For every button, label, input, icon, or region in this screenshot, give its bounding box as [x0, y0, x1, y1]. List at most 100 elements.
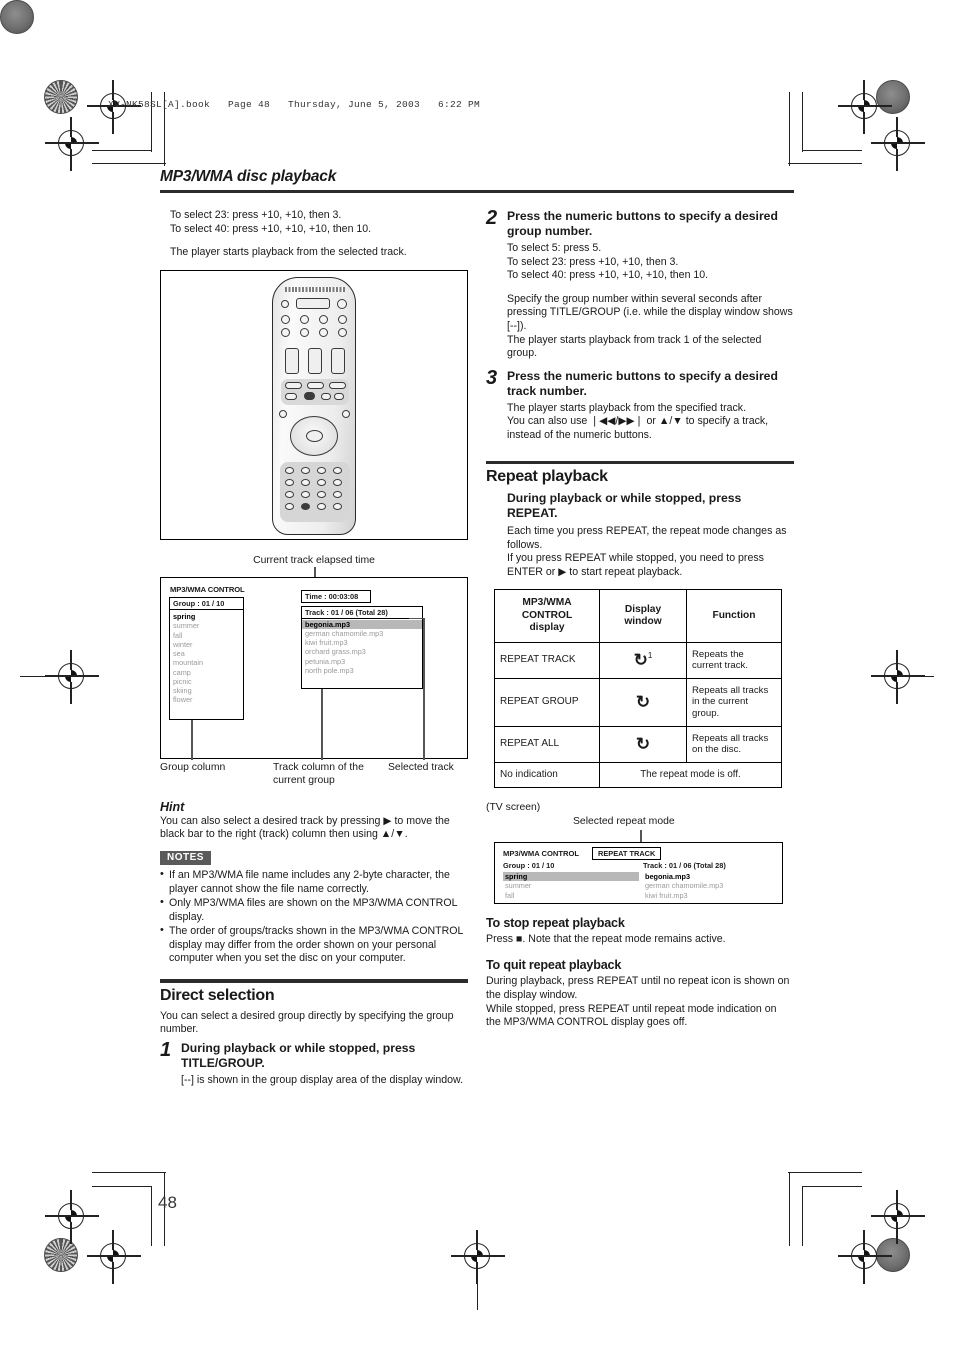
direct-selection-section: Direct selection You can select a desire… — [160, 979, 468, 1087]
remote-standby-button — [281, 299, 289, 308]
tv-group-item: summer — [505, 881, 532, 891]
tv-track-item-selected: begonia.mp3 — [645, 871, 691, 881]
manual-page: MP3/WMA disc playback To select 23: pres… — [0, 0, 954, 1351]
track-column-box: Track : 01 / 06 (Total 28) begonia.mp3 g… — [301, 605, 423, 689]
note-item: If an MP3/WMA file name includes any 2-b… — [160, 868, 468, 896]
tv-track-header: Track : 01 / 06 (Total 28) — [643, 860, 726, 870]
tv-track-list: begonia.mp3 german chamomile.mp3 kiwi fr… — [643, 872, 779, 900]
remote-source-button — [338, 314, 347, 324]
remote-number-8 — [333, 478, 342, 486]
repeat-playback-section: Repeat playback During playback or while… — [486, 460, 794, 1030]
group-item: mountain — [173, 658, 204, 668]
diagram-top-callout: Current track elapsed time — [253, 554, 375, 566]
repeat-loop-icon: ↻ — [633, 650, 648, 670]
leader-line — [314, 566, 316, 577]
repeat-mode-name: REPEAT ALL — [494, 725, 600, 763]
group-item: camp — [173, 667, 191, 677]
repeat-loop-icon: ↻ — [635, 734, 651, 754]
intro-line-2: To select 40: press +10, +10, +10, then … — [170, 222, 372, 235]
tv-control-title: MP3/WMA CONTROL — [503, 848, 580, 858]
tv-screen-illustration: (TV screen) Selected repeat mode MP3/WMA… — [486, 801, 794, 904]
remote-source-button — [281, 314, 290, 324]
repeat-function-text: Repeats all tracks in the current group. — [686, 677, 782, 727]
step-2-body: To select 5: press 5. To select 23: pres… — [486, 242, 794, 361]
leader-line-group — [191, 719, 193, 760]
remote-tuning-rocker — [331, 347, 345, 374]
running-head: MP3/WMA disc playback — [160, 168, 337, 185]
remote-clear-button — [285, 502, 294, 510]
remote-play-button — [307, 381, 324, 389]
track-item: german chamomile.mp3 — [305, 628, 384, 638]
step-2: 2 Press the numeric buttons to specify a… — [486, 207, 794, 239]
repeat-mode-none: No indication — [494, 761, 600, 788]
group-item: summer — [173, 621, 200, 631]
group-item: spring — [173, 612, 196, 622]
tv-repeat-mode-badge: REPEAT TRACK — [592, 846, 662, 861]
remote-menu-button — [342, 409, 350, 418]
group-header: Group : 01 / 10 — [170, 598, 243, 610]
remote-number-3 — [317, 466, 326, 474]
quit-repeat-line-1: During playback, press REPEAT until no r… — [486, 975, 790, 1001]
callout-track-column-line2: current group — [273, 774, 335, 786]
table-row-last: No indication The repeat mode is off. — [494, 761, 782, 788]
tv-group-list: spring summer fall — [503, 871, 639, 900]
step2-para-2: The player starts playback from track 1 … — [507, 333, 762, 360]
group-list: spring summer fall winter sea mountain c… — [170, 610, 243, 705]
quit-repeat-block: To quit repeat playback During playback,… — [486, 958, 794, 1029]
remote-title-group-button — [279, 409, 287, 418]
repeat-icon-cell: ↻ — [599, 725, 687, 763]
remote-stop-button — [304, 391, 315, 400]
remote-repeat-button — [333, 490, 342, 498]
remote-prev-button — [285, 392, 297, 400]
repeat-mode-name: REPEAT TRACK — [494, 641, 600, 679]
remote-source-button — [300, 327, 309, 337]
notes-list: If an MP3/WMA file name includes any 2-b… — [160, 868, 468, 965]
repeat-lead: During playback or while stopped, press … — [507, 491, 742, 521]
remote-body — [272, 276, 356, 535]
intro-line-1: To select 23: press +10, +10, then 3. — [170, 209, 342, 221]
header-function: Function — [686, 589, 782, 643]
direct-selection-step-1: 1 During playback or while stopped, pres… — [160, 1040, 468, 1071]
remote-plus10-button — [317, 490, 326, 498]
step3-line-1: The player starts playback from the spec… — [507, 401, 747, 414]
step-body: [--] is shown in the group display area … — [181, 1074, 464, 1086]
callout-selected-track: Selected track — [388, 761, 454, 773]
hint-text: You can also select a desired track by p… — [160, 814, 450, 841]
repeat-icon-superscript: 1 — [647, 651, 653, 661]
repeat-function-text: Repeats all tracks on the disc. — [686, 725, 782, 763]
step-3: 3 Press the numeric buttons to specify a… — [486, 368, 794, 399]
leader-line-track — [321, 688, 323, 760]
remote-power-button — [337, 298, 347, 309]
remote-source-button — [300, 314, 309, 324]
step2-para-1: Specify the group number within several … — [507, 292, 793, 332]
repeat-loop-icon: ↻ — [635, 692, 651, 712]
repeat-playback-title: Repeat playback — [486, 468, 608, 486]
table-row: REPEAT ALL ↻ Repeats all tracks on the d… — [494, 725, 782, 763]
group-item: sea — [173, 649, 185, 659]
step-title: Press the numeric buttons to specify a d… — [507, 209, 778, 238]
quit-repeat-title: To quit repeat playback — [486, 958, 622, 973]
group-item: winter — [173, 639, 193, 649]
track-header: Track : 01 / 06 (Total 28) — [302, 607, 422, 619]
mp3wma-control-diagram: Current track elapsed time MP3/WMA CONTR… — [160, 554, 468, 796]
notes-tag: NOTES — [160, 850, 211, 866]
remote-source-button — [319, 327, 328, 337]
remote-aux-button — [333, 502, 342, 510]
group-item: picnic — [173, 676, 192, 686]
intro-note: The player starts playback from the sele… — [170, 246, 407, 259]
tv-group-item-selected: spring — [503, 871, 639, 882]
remote-brand-label — [285, 286, 345, 292]
remote-source-button — [338, 327, 347, 337]
direct-selection-title: Direct selection — [160, 986, 275, 1004]
step-title: Press the numeric buttons to specify a d… — [507, 368, 778, 398]
track-item: orchard grass.mp3 — [305, 647, 366, 657]
track-item: petunia.mp3 — [305, 656, 346, 666]
leader-line-selected — [423, 617, 425, 760]
stop-repeat-block: To stop repeat playback Press ■. Note th… — [486, 916, 794, 947]
callout-track-column-line1: Track column of the — [273, 761, 364, 773]
repeat-mode-off-text: The repeat mode is off. — [599, 761, 782, 788]
step-number: 2 — [486, 207, 498, 229]
repeat-body-2: If you press REPEAT while stopped, you n… — [507, 552, 764, 578]
direct-selection-intro: You can select a desired group directly … — [160, 1009, 454, 1036]
hint-block: Hint You can also select a desired track… — [160, 800, 468, 842]
